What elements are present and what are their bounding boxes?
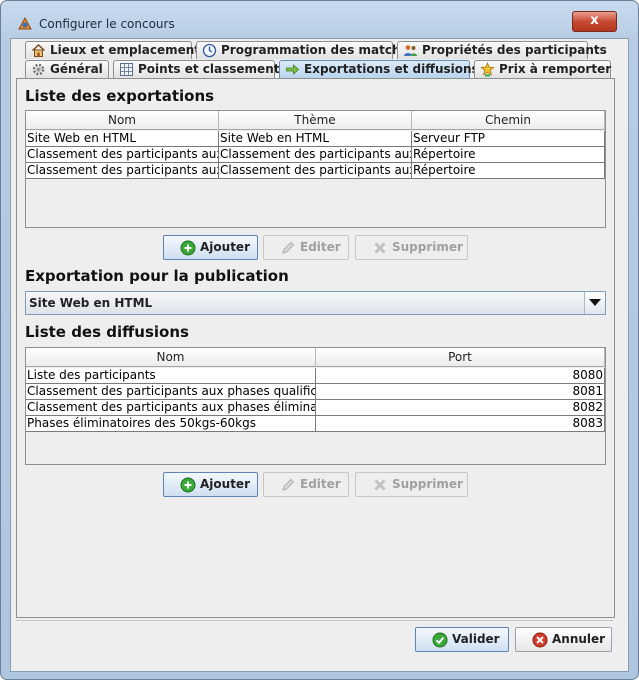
- cell-port: 8080: [316, 368, 605, 384]
- exports-delete-button[interactable]: Supprimer: [355, 235, 468, 260]
- footer-divider: [16, 620, 613, 621]
- table-row[interactable]: Classement des participants aux... Class…: [26, 163, 605, 179]
- arrow-right-icon: [286, 64, 300, 75]
- broadcasts-delete-button[interactable]: Supprimer: [355, 472, 468, 497]
- column-header-nom[interactable]: Nom: [26, 111, 219, 130]
- tab-label: Prix à remporter: [499, 62, 612, 76]
- cell-port: 8083: [316, 416, 605, 432]
- cell-theme: Classement des participants aux...: [219, 163, 412, 179]
- tab-proprietes-des-participants[interactable]: Propriétés des participants: [397, 41, 607, 59]
- publication-select[interactable]: Site Web en HTML: [25, 291, 606, 315]
- cell-nom: Classement des participants aux...: [26, 163, 219, 179]
- checkmark-icon: [432, 632, 448, 648]
- cell-nom: Classement des participants aux phases é…: [26, 400, 316, 416]
- tab-points-et-classement[interactable]: Points et classement: [113, 60, 279, 78]
- button-label: Editer: [300, 240, 341, 254]
- tab-general[interactable]: Général: [25, 60, 109, 78]
- column-header-port[interactable]: Port: [316, 348, 605, 367]
- pencil-icon: [282, 241, 295, 254]
- tab-programmation-des-matchs[interactable]: Programmation des matchs: [196, 41, 408, 59]
- publication-section-title: Exportation pour la publication: [25, 267, 289, 285]
- cell-nom: Liste des participants: [26, 368, 316, 384]
- cancel-x-icon: [532, 632, 548, 648]
- button-label: Ajouter: [200, 477, 250, 491]
- window-title: Configurer le concours: [39, 17, 175, 31]
- cell-theme: Classement des participants aux...: [219, 147, 412, 163]
- close-button[interactable]: x: [572, 11, 617, 32]
- cell-port: 8082: [316, 400, 605, 416]
- exports-section-title: Liste des exportations: [25, 87, 215, 105]
- cell-chemin: Répertoire: [412, 163, 605, 179]
- button-label: Valider: [452, 632, 500, 646]
- plus-icon: [180, 240, 196, 256]
- broadcasts-table[interactable]: Nom Port Liste des participants 8080 Cla…: [25, 347, 606, 465]
- tab-label: Points et classement: [138, 62, 280, 76]
- tab-label: Programmation des matchs: [221, 43, 408, 57]
- button-label: Ajouter: [200, 240, 250, 254]
- cell-port: 8081: [316, 384, 605, 400]
- clock-icon: [202, 43, 217, 58]
- button-label: Supprimer: [392, 240, 463, 254]
- broadcasts-edit-button[interactable]: Editer: [263, 472, 349, 497]
- broadcasts-table-header: Nom Port: [26, 348, 605, 367]
- cell-chemin: Serveur FTP: [412, 131, 605, 147]
- plus-icon: [180, 477, 196, 493]
- grid-icon: [120, 63, 133, 76]
- exports-add-button[interactable]: Ajouter: [163, 235, 258, 260]
- table-row[interactable]: Site Web en HTML Site Web en HTML Serveu…: [26, 131, 605, 147]
- tab-prix-a-remporter[interactable]: Prix à remporter: [474, 60, 611, 78]
- column-header-nom[interactable]: Nom: [26, 348, 316, 367]
- exports-table[interactable]: Nom Thème Chemin Site Web en HTML Site W…: [25, 110, 606, 228]
- tab-label: Exportations et diffusions: [304, 62, 479, 76]
- delete-x-icon: [374, 242, 386, 254]
- validate-button[interactable]: Valider: [415, 627, 509, 652]
- button-label: Supprimer: [392, 477, 463, 491]
- title-bar[interactable]: Configurer le concours x: [1, 1, 638, 39]
- button-label: Annuler: [552, 632, 606, 646]
- trophy-icon: [480, 62, 495, 77]
- table-row[interactable]: Classement des participants aux phases q…: [26, 384, 605, 400]
- table-row[interactable]: Classement des participants aux phases é…: [26, 400, 605, 416]
- tab-label: Lieux et emplacements: [50, 43, 208, 57]
- column-header-theme[interactable]: Thème: [219, 111, 412, 130]
- house-icon: [31, 43, 46, 57]
- publication-selected-value: Site Web en HTML: [29, 296, 153, 310]
- people-icon: [404, 45, 417, 56]
- table-row[interactable]: Liste des participants 8080: [26, 368, 605, 384]
- pencil-icon: [282, 478, 295, 491]
- dropdown-arrow[interactable]: [584, 292, 605, 314]
- button-label: Editer: [300, 477, 341, 491]
- cancel-button[interactable]: Annuler: [515, 627, 612, 652]
- cell-nom: Phases éliminatoires des 50kgs-60kgs: [26, 416, 316, 432]
- tab-label: Général: [50, 62, 103, 76]
- column-header-chemin[interactable]: Chemin: [412, 111, 605, 130]
- exports-edit-button[interactable]: Editer: [263, 235, 349, 260]
- tab-exportations-et-diffusions[interactable]: Exportations et diffusions: [279, 60, 479, 78]
- cell-nom: Classement des participants aux...: [26, 147, 219, 163]
- delete-x-icon: [374, 479, 386, 491]
- cell-nom: Site Web en HTML: [26, 131, 219, 147]
- tab-label: Propriétés des participants: [422, 43, 607, 57]
- broadcasts-add-button[interactable]: Ajouter: [163, 472, 258, 497]
- cell-chemin: Répertoire: [412, 147, 605, 163]
- table-row[interactable]: Classement des participants aux... Class…: [26, 147, 605, 163]
- gear-icon: [32, 63, 45, 76]
- table-row[interactable]: Phases éliminatoires des 50kgs-60kgs 808…: [26, 416, 605, 432]
- app-logo-icon: [18, 16, 32, 30]
- cell-theme: Site Web en HTML: [219, 131, 412, 147]
- chevron-down-icon: [589, 299, 601, 306]
- tab-lieux-et-emplacements[interactable]: Lieux et emplacements: [25, 41, 207, 59]
- cell-nom: Classement des participants aux phases q…: [26, 384, 316, 400]
- broadcasts-section-title: Liste des diffusions: [25, 323, 189, 341]
- exports-table-header: Nom Thème Chemin: [26, 111, 605, 130]
